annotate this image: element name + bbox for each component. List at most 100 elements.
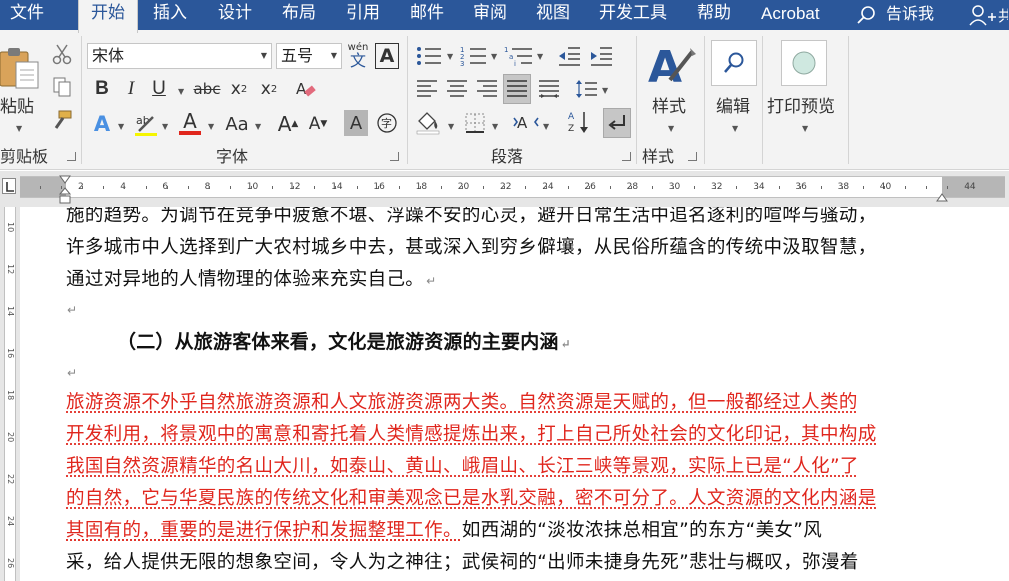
font-size-input[interactable]: 五号 ▼ (276, 43, 342, 69)
multilevel-dropdown-icon[interactable]: ▼ (537, 52, 543, 61)
text-effects-icon[interactable]: A (90, 110, 114, 138)
document-page[interactable]: 施的趋势。为调节在竞争中疲惫不堪、浮躁不安的心灵，避开日常生活中追名逐利的喧哗与… (20, 207, 1005, 581)
tab-layout[interactable]: 布局 (282, 0, 316, 30)
font-color-dropdown-icon[interactable]: ▼ (208, 122, 214, 131)
ruler-tick-label: 32 (711, 182, 723, 192)
ruler-tick-mark (567, 186, 569, 189)
hanging-indent-marker[interactable] (58, 187, 72, 209)
vertical-ruler[interactable]: 10 12 14 16 18 20 22 24 26 (4, 207, 16, 581)
tab-design[interactable]: 设计 (218, 0, 252, 30)
editing-icon[interactable] (711, 40, 757, 86)
chinese-layout-icon[interactable]: A (512, 110, 540, 136)
underline-dropdown-icon[interactable]: ▼ (178, 87, 184, 96)
print-preview-button[interactable]: 打印预览 (767, 92, 835, 117)
vruler-tick-label: 14 (6, 306, 15, 317)
styles-button[interactable]: 样式 (652, 92, 686, 117)
numbering-icon[interactable]: 123 (459, 43, 489, 69)
text-effects-dropdown-icon[interactable]: ▼ (118, 122, 124, 131)
empty-paragraph-mark: ↵ (67, 303, 78, 317)
shading-dropdown-icon[interactable]: ▼ (448, 122, 454, 131)
strikethrough-icon[interactable]: abc (192, 77, 222, 101)
styles-group-label: 样式 (642, 147, 675, 166)
line-spacing-icon[interactable] (573, 76, 599, 102)
change-case-icon[interactable]: Aa (222, 110, 252, 138)
bullets-dropdown-icon[interactable]: ▼ (447, 52, 453, 61)
phonetic-guide-button[interactable]: wén 文 (346, 42, 370, 70)
clipboard-launcher-icon[interactable] (67, 152, 76, 161)
vruler-tick-label: 12 (6, 264, 15, 275)
bullets-icon[interactable] (414, 43, 444, 69)
clear-format-icon[interactable]: A (294, 77, 318, 101)
ruler-tick-mark (820, 186, 822, 189)
paragraph-launcher-icon[interactable] (622, 152, 631, 161)
multilevel-list-icon[interactable]: 1ai (503, 43, 535, 69)
bold-icon[interactable]: B (91, 77, 113, 101)
align-left-icon[interactable] (414, 76, 440, 102)
align-center-icon[interactable] (444, 76, 470, 102)
shading-icon[interactable] (414, 108, 444, 136)
numbering-dropdown-icon[interactable]: ▼ (491, 52, 497, 61)
tab-review[interactable]: 审阅 (473, 0, 507, 30)
last-line: 采，给人提供无限的想象空间，令人为之神往；武侯祠的“出师未捷身先死”悲壮与概叹，… (66, 552, 859, 573)
tab-file[interactable]: 文件 (10, 0, 54, 30)
tab-selector-icon[interactable] (2, 178, 16, 194)
tab-developer[interactable]: 开发工具 (599, 0, 667, 30)
borders-icon[interactable] (462, 110, 488, 136)
svg-text:Z: Z (568, 124, 574, 134)
align-right-icon[interactable] (474, 76, 500, 102)
increase-indent-icon[interactable] (588, 43, 614, 69)
cut-icon[interactable] (50, 42, 74, 66)
line-spacing-dropdown-icon[interactable]: ▼ (602, 86, 608, 95)
paste-button[interactable]: 粘贴 (0, 92, 34, 117)
format-painter-icon[interactable] (50, 108, 74, 132)
character-border-icon[interactable]: A (375, 43, 399, 69)
svg-text:A: A (568, 112, 575, 122)
font-launcher-icon[interactable] (390, 152, 399, 161)
sort-icon[interactable]: AZ (566, 108, 592, 136)
justify-icon[interactable] (503, 74, 531, 104)
paste-icon[interactable] (0, 42, 42, 90)
styles-dropdown-icon[interactable]: ▼ (668, 124, 674, 133)
chinese-layout-dropdown-icon[interactable]: ▼ (543, 122, 549, 131)
vruler-tick-label: 24 (6, 516, 15, 527)
mixed-line-red: 其固有的，重要的是进行保护和发掘整理工作。 (66, 520, 462, 541)
print-preview-icon[interactable] (781, 40, 827, 86)
superscript-icon[interactable]: x2 (257, 77, 281, 101)
print-preview-dropdown-icon[interactable]: ▼ (802, 124, 808, 133)
ruler-tick-mark (673, 186, 674, 189)
tab-view[interactable]: 视图 (536, 0, 570, 30)
ruler-tick-label: 12 (289, 182, 301, 192)
share-icon[interactable]: 共 (968, 3, 1009, 31)
character-shading-icon[interactable]: A (344, 110, 368, 136)
borders-dropdown-icon[interactable]: ▼ (492, 122, 498, 131)
styles-gallery-icon[interactable]: A (646, 40, 696, 92)
highlight-dropdown-icon[interactable]: ▼ (162, 122, 168, 131)
show-marks-icon[interactable] (603, 108, 631, 138)
tab-acrobat[interactable]: Acrobat (761, 0, 820, 30)
editing-button[interactable]: 编辑 (716, 92, 750, 117)
copy-icon[interactable] (50, 75, 74, 99)
font-color-icon[interactable]: A (176, 108, 204, 138)
tab-references[interactable]: 引用 (346, 0, 380, 30)
paste-dropdown-icon[interactable]: ▼ (16, 124, 22, 133)
tab-insert[interactable]: 插入 (153, 0, 187, 30)
font-name-input[interactable]: 宋体 ▼ (87, 43, 272, 69)
styles-launcher-icon[interactable] (688, 152, 697, 161)
tab-help[interactable]: 帮助 (697, 0, 731, 30)
highlight-icon[interactable]: ab (132, 110, 160, 138)
horizontal-ruler[interactable]: 2 4 6 8 10 12 14 16 18 20 22 24 26 28 30 32 34 36 38 40 44 (20, 176, 1005, 198)
tab-mailings[interactable]: 邮件 (410, 0, 444, 30)
enclose-characters-icon[interactable]: 字 (375, 110, 399, 136)
grow-font-icon[interactable]: A ▲ (276, 110, 300, 138)
tab-home[interactable]: 开始 (78, 0, 138, 33)
right-indent-marker[interactable] (936, 188, 948, 207)
italic-icon[interactable]: I (120, 77, 142, 101)
ruler-tick-mark (124, 186, 126, 189)
subscript-icon[interactable]: x2 (227, 77, 251, 101)
shrink-font-icon[interactable]: A ▼ (306, 110, 330, 138)
change-case-dropdown-icon[interactable]: ▼ (255, 122, 261, 131)
editing-dropdown-icon[interactable]: ▼ (732, 124, 738, 133)
underline-icon[interactable]: U (148, 77, 170, 101)
distributed-icon[interactable] (536, 76, 562, 102)
decrease-indent-icon[interactable] (556, 43, 582, 69)
